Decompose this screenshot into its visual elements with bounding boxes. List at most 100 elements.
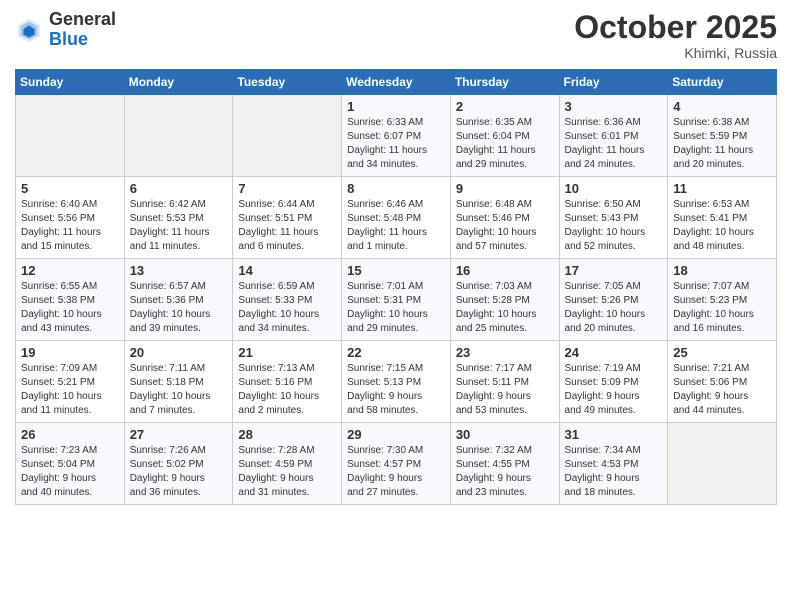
logo-general: General: [49, 9, 116, 29]
table-row: 20Sunrise: 7:11 AM Sunset: 5:18 PM Dayli…: [124, 341, 233, 423]
day-info: Sunrise: 7:32 AM Sunset: 4:55 PM Dayligh…: [456, 444, 554, 500]
table-row: 19 Sunrise: 7:09 AM Sunset: 5:21 PM Dayli…: [16, 341, 125, 423]
table-row: [124, 95, 233, 177]
day-info: Sunrise: 7:30 AM Sunset: 4:57 PM Dayligh…: [347, 444, 445, 500]
day-info: Sunrise: 7:05 AM Sunset: 5:26 PM Dayligh…: [565, 280, 663, 336]
calendar-week-4: 19 Sunrise: 7:09 AM Sunset: 5:21 PM Dayli…: [16, 341, 777, 423]
day-number: 17: [565, 263, 663, 278]
day-info: Sunrise: 6:55 AM Sunset: 5:38 PM Dayligh…: [21, 280, 119, 336]
day-info: Sunrise: 6:35 AM Sunset: 6:04 PM Dayligh…: [456, 116, 554, 172]
day-number: 28: [238, 427, 336, 442]
day-info: Sunrise: 7:13 AM Sunset: 5:16 PM Dayligh…: [238, 362, 336, 418]
table-row: [16, 95, 125, 177]
table-row: 26 Sunrise: 7:23 AM Sunset: 5:04 PM Dayli…: [16, 423, 125, 505]
col-friday: Friday: [559, 70, 668, 95]
title-block: October 2025 Khimki, Russia: [574, 10, 777, 61]
table-row: 13Sunrise: 6:57 AM Sunset: 5:36 PM Dayli…: [124, 259, 233, 341]
day-number: 6: [130, 181, 228, 196]
table-row: 4Sunrise: 6:38 AM Sunset: 5:59 PM Daylig…: [668, 95, 777, 177]
calendar-week-5: 26 Sunrise: 7:23 AM Sunset: 5:04 PM Dayli…: [16, 423, 777, 505]
day-info: Sunrise: 6:38 AM Sunset: 5:59 PM Dayligh…: [673, 116, 771, 172]
calendar-week-3: 12 Sunrise: 6:55 AM Sunset: 5:38 PM Dayli…: [16, 259, 777, 341]
day-info: Sunrise: 7:15 AM Sunset: 5:13 PM Dayligh…: [347, 362, 445, 418]
day-info: Sunrise: 6:50 AM Sunset: 5:43 PM Dayligh…: [565, 198, 663, 254]
page-header: General Blue October 2025 Khimki, Russia: [15, 10, 777, 61]
table-row: 1Sunrise: 6:33 AM Sunset: 6:07 PM Daylig…: [342, 95, 451, 177]
table-row: 27 Sunrise: 7:26 AM Sunset: 5:02 PM Dayli…: [124, 423, 233, 505]
table-row: 11 Sunrise: 6:53 AM Sunset: 5:41 PM Dayli…: [668, 177, 777, 259]
col-sunday: Sunday: [16, 70, 125, 95]
table-row: 28 Sunrise: 7:28 AM Sunset: 4:59 PM Dayli…: [233, 423, 342, 505]
day-number: 16: [456, 263, 554, 278]
calendar-header: Sunday Monday Tuesday Wednesday Thursday…: [16, 70, 777, 95]
calendar-table: Sunday Monday Tuesday Wednesday Thursday…: [15, 69, 777, 505]
day-info: Sunrise: 7:01 AM Sunset: 5:31 PM Dayligh…: [347, 280, 445, 336]
day-number: 18: [673, 263, 771, 278]
table-row: 24Sunrise: 7:19 AM Sunset: 5:09 PM Dayli…: [559, 341, 668, 423]
day-number: 12: [21, 263, 119, 278]
day-info: Sunrise: 7:34 AM Sunset: 4:53 PM Dayligh…: [565, 444, 663, 500]
day-info: Sunrise: 6:44 AM Sunset: 5:51 PM Dayligh…: [238, 198, 336, 254]
day-number: 29: [347, 427, 445, 442]
table-row: 17 Sunrise: 7:05 AM Sunset: 5:26 PM Dayli…: [559, 259, 668, 341]
day-info: Sunrise: 7:11 AM Sunset: 5:18 PM Dayligh…: [130, 362, 228, 418]
col-saturday: Saturday: [668, 70, 777, 95]
location: Khimki, Russia: [574, 45, 777, 61]
day-number: 25: [673, 345, 771, 360]
day-info: Sunrise: 7:03 AM Sunset: 5:28 PM Dayligh…: [456, 280, 554, 336]
table-row: 12 Sunrise: 6:55 AM Sunset: 5:38 PM Dayli…: [16, 259, 125, 341]
day-number: 27: [130, 427, 228, 442]
calendar-week-2: 5 Sunrise: 6:40 AM Sunset: 5:56 PM Daylig…: [16, 177, 777, 259]
table-row: 21 Sunrise: 7:13 AM Sunset: 5:16 PM Dayli…: [233, 341, 342, 423]
day-info: Sunrise: 7:19 AM Sunset: 5:09 PM Dayligh…: [565, 362, 663, 418]
day-info: Sunrise: 7:17 AM Sunset: 5:11 PM Dayligh…: [456, 362, 554, 418]
table-row: [668, 423, 777, 505]
day-number: 31: [565, 427, 663, 442]
table-row: 5 Sunrise: 6:40 AM Sunset: 5:56 PM Daylig…: [16, 177, 125, 259]
table-row: 2Sunrise: 6:35 AM Sunset: 6:04 PM Daylig…: [450, 95, 559, 177]
day-number: 9: [456, 181, 554, 196]
day-number: 1: [347, 99, 445, 114]
col-monday: Monday: [124, 70, 233, 95]
day-info: Sunrise: 7:28 AM Sunset: 4:59 PM Dayligh…: [238, 444, 336, 500]
day-info: Sunrise: 6:53 AM Sunset: 5:41 PM Dayligh…: [673, 198, 771, 254]
table-row: 31 Sunrise: 7:34 AM Sunset: 4:53 PM Dayli…: [559, 423, 668, 505]
day-info: Sunrise: 7:23 AM Sunset: 5:04 PM Dayligh…: [21, 444, 119, 500]
logo-text: General Blue: [49, 10, 116, 50]
day-number: 15: [347, 263, 445, 278]
day-info: Sunrise: 6:36 AM Sunset: 6:01 PM Dayligh…: [565, 116, 663, 172]
calendar-week-1: 1Sunrise: 6:33 AM Sunset: 6:07 PM Daylig…: [16, 95, 777, 177]
day-info: Sunrise: 6:46 AM Sunset: 5:48 PM Dayligh…: [347, 198, 445, 254]
day-number: 3: [565, 99, 663, 114]
calendar-body: 1Sunrise: 6:33 AM Sunset: 6:07 PM Daylig…: [16, 95, 777, 505]
day-number: 14: [238, 263, 336, 278]
day-info: Sunrise: 6:42 AM Sunset: 5:53 PM Dayligh…: [130, 198, 228, 254]
table-row: 8 Sunrise: 6:46 AM Sunset: 5:48 PM Daylig…: [342, 177, 451, 259]
day-number: 13: [130, 263, 228, 278]
table-row: 15 Sunrise: 7:01 AM Sunset: 5:31 PM Dayli…: [342, 259, 451, 341]
day-number: 10: [565, 181, 663, 196]
month-title: October 2025: [574, 10, 777, 45]
day-number: 26: [21, 427, 119, 442]
table-row: 6 Sunrise: 6:42 AM Sunset: 5:53 PM Daylig…: [124, 177, 233, 259]
table-row: 3 Sunrise: 6:36 AM Sunset: 6:01 PM Daylig…: [559, 95, 668, 177]
table-row: 30Sunrise: 7:32 AM Sunset: 4:55 PM Dayli…: [450, 423, 559, 505]
table-row: 29 Sunrise: 7:30 AM Sunset: 4:57 PM Dayli…: [342, 423, 451, 505]
day-info: Sunrise: 6:40 AM Sunset: 5:56 PM Dayligh…: [21, 198, 119, 254]
day-number: 21: [238, 345, 336, 360]
logo: General Blue: [15, 10, 116, 50]
day-number: 5: [21, 181, 119, 196]
day-number: 19: [21, 345, 119, 360]
day-info: Sunrise: 6:59 AM Sunset: 5:33 PM Dayligh…: [238, 280, 336, 336]
table-row: 10 Sunrise: 6:50 AM Sunset: 5:43 PM Dayli…: [559, 177, 668, 259]
day-info: Sunrise: 7:07 AM Sunset: 5:23 PM Dayligh…: [673, 280, 771, 336]
table-row: 14 Sunrise: 6:59 AM Sunset: 5:33 PM Dayli…: [233, 259, 342, 341]
day-info: Sunrise: 7:26 AM Sunset: 5:02 PM Dayligh…: [130, 444, 228, 500]
col-thursday: Thursday: [450, 70, 559, 95]
day-info: Sunrise: 7:09 AM Sunset: 5:21 PM Dayligh…: [21, 362, 119, 418]
day-info: Sunrise: 6:48 AM Sunset: 5:46 PM Dayligh…: [456, 198, 554, 254]
header-row: Sunday Monday Tuesday Wednesday Thursday…: [16, 70, 777, 95]
day-number: 11: [673, 181, 771, 196]
day-number: 8: [347, 181, 445, 196]
day-number: 7: [238, 181, 336, 196]
